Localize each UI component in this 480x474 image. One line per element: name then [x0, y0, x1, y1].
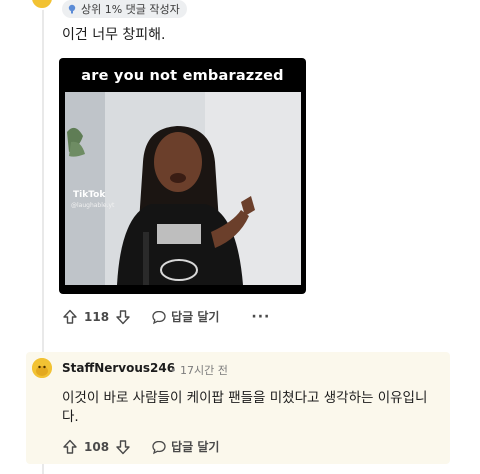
video-frame: TikTok @laughable.yt — [65, 92, 301, 285]
upvote-icon[interactable] — [62, 439, 78, 455]
comment-actions: 108 답글 달기 — [62, 438, 219, 455]
badge-label: 상위 1% 댓글 작성자 — [81, 3, 180, 16]
avatar[interactable] — [30, 356, 54, 380]
upvote-icon[interactable] — [62, 309, 78, 325]
comment-actions: 118 답글 달기 ··· — [62, 308, 270, 325]
speech-bubble-icon — [152, 310, 166, 324]
tiktok-handle: @laughable.yt — [71, 202, 115, 209]
video-caption: are you not embarazzed — [81, 68, 284, 84]
vote-count: 108 — [84, 439, 110, 454]
video-player[interactable]: are you not embarazzed TikTok @laughable… — [59, 58, 306, 294]
comment-text: 이것이 바로 사람들이 케이팝 팬들을 미쳤다고 생각하는 이유입니다. — [62, 390, 428, 425]
comment-text: 이건 너무 창피해. — [62, 27, 166, 43]
more-options-button[interactable]: ··· — [251, 309, 270, 325]
username[interactable]: StaffNervous246 — [62, 361, 175, 375]
vote-count: 118 — [84, 309, 110, 324]
tiktok-watermark: TikTok — [73, 190, 106, 200]
reply-label: 답글 달기 — [171, 440, 220, 454]
reply-button[interactable]: 답글 달기 — [151, 308, 219, 325]
snoo-avatar-icon — [32, 358, 52, 378]
avatar[interactable] — [30, 0, 54, 10]
comment-timestamp: • 17시간 전 — [170, 364, 228, 377]
reply-label: 답글 달기 — [171, 310, 220, 324]
video-still — [65, 92, 301, 285]
downvote-icon[interactable] — [115, 439, 131, 455]
reply-button[interactable]: 답글 달기 — [151, 438, 219, 455]
top-commenter-badge: 상위 1% 댓글 작성자 — [62, 0, 187, 18]
downvote-icon[interactable] — [115, 309, 131, 325]
trophy-icon — [68, 4, 76, 14]
speech-bubble-icon — [152, 440, 166, 454]
